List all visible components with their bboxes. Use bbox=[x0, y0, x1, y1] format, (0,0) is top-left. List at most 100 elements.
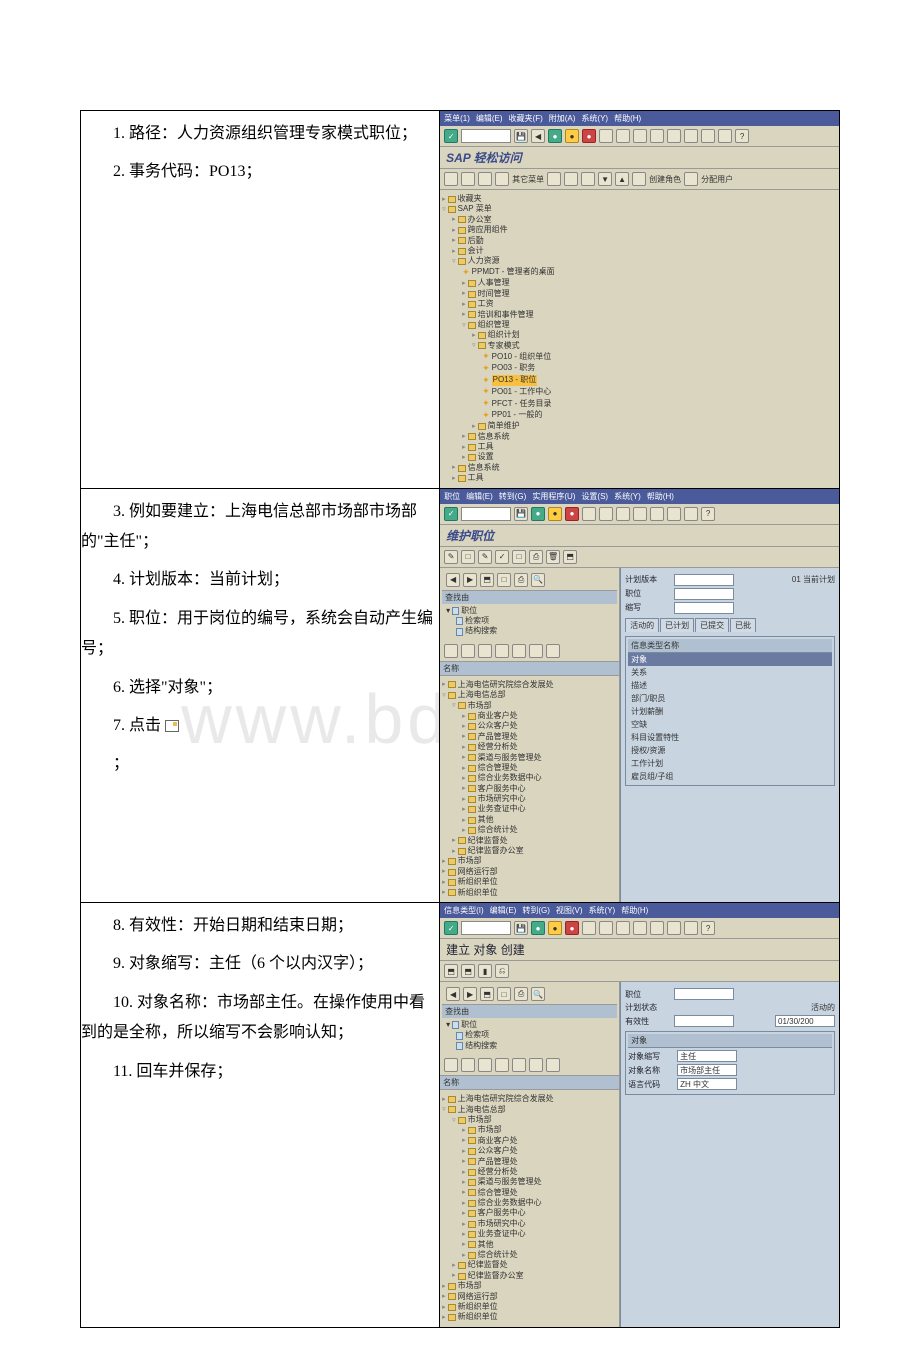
menu-item[interactable]: 菜单(1) bbox=[444, 113, 470, 124]
tool-icon[interactable] bbox=[461, 172, 475, 186]
tree-node[interactable]: ▸ 综合统计处 bbox=[442, 1250, 617, 1260]
next-page-icon[interactable] bbox=[667, 129, 681, 143]
tree-node[interactable]: ▸ 组织计划 bbox=[442, 330, 837, 340]
menu-item[interactable]: 编辑(E) bbox=[476, 113, 503, 124]
tree-node[interactable]: ▸ 新组织单位 bbox=[442, 888, 617, 898]
tree-node[interactable]: ▸ 综合统计处 bbox=[442, 825, 617, 835]
tree-node[interactable]: ▸ 市场部 bbox=[442, 856, 617, 866]
find-item[interactable]: 结构搜索 bbox=[446, 1041, 613, 1051]
tool-icon[interactable]: ⬒ bbox=[480, 573, 494, 587]
field-input[interactable] bbox=[674, 588, 734, 600]
list-item[interactable]: 工作计划 bbox=[628, 757, 832, 770]
tree-node[interactable]: ▿ 人力资源 bbox=[442, 256, 837, 266]
tree-node[interactable]: ▸ 网络运行部 bbox=[442, 867, 617, 877]
tree-node[interactable]: ▸ 公众客户处 bbox=[442, 721, 617, 731]
tool-icon[interactable]: 🔍 bbox=[531, 573, 545, 587]
list-item[interactable]: 计划薪酬 bbox=[628, 705, 832, 718]
menu-item[interactable]: 信息类型(I) bbox=[444, 905, 484, 916]
tool-icon[interactable] bbox=[461, 644, 475, 658]
tree-node[interactable]: ▸ 信息系统 bbox=[442, 432, 837, 442]
menu-item[interactable]: 帮助(H) bbox=[614, 113, 641, 124]
tree-node[interactable]: ▸ 纪律监督处 bbox=[442, 1260, 617, 1270]
tree-node[interactable]: ✦PP01 - 一般的 bbox=[442, 410, 837, 422]
tool-icon[interactable] bbox=[444, 1058, 458, 1072]
menu-item[interactable]: 帮助(H) bbox=[621, 905, 648, 916]
tool-icon[interactable] bbox=[684, 172, 698, 186]
tree-node[interactable]: ▸ 网络运行部 bbox=[442, 1292, 617, 1302]
tree-node[interactable]: ▸ 业务查证中心 bbox=[442, 804, 617, 814]
field-input[interactable]: 市场部主任 bbox=[677, 1064, 737, 1076]
tree-node[interactable]: ▸ 商业客户处 bbox=[442, 711, 617, 721]
menu-item[interactable]: 视图(V) bbox=[556, 905, 583, 916]
tool-icon[interactable]: ⬒ bbox=[563, 550, 577, 564]
tool-icon[interactable] bbox=[616, 921, 630, 935]
tool-icon[interactable] bbox=[495, 644, 509, 658]
tool-icon[interactable]: ⬒ bbox=[444, 964, 458, 978]
tool-icon[interactable] bbox=[547, 172, 561, 186]
tool-icon[interactable] bbox=[633, 921, 647, 935]
tool-icon[interactable] bbox=[529, 1058, 543, 1072]
next-icon[interactable]: ▶ bbox=[463, 987, 477, 1001]
tool-icon[interactable] bbox=[512, 644, 526, 658]
tree-node[interactable]: ▸ 培训和事件管理 bbox=[442, 310, 837, 320]
list-item[interactable]: 对象 bbox=[628, 653, 832, 666]
field-input[interactable] bbox=[674, 1015, 734, 1027]
tree-node[interactable]: ▸ 产品管理处 bbox=[442, 1157, 617, 1167]
tree-node[interactable]: ▸ 综合业务数据中心 bbox=[442, 773, 617, 783]
print-icon[interactable] bbox=[599, 129, 613, 143]
tool-icon[interactable]: □ bbox=[497, 987, 511, 1001]
tree-node[interactable]: ▸ 公众客户处 bbox=[442, 1146, 617, 1156]
tree-node[interactable]: ▸ 渠道与服务管理处 bbox=[442, 753, 617, 763]
tree-node[interactable]: ✦PO13 - 职位 bbox=[442, 375, 837, 387]
org-tree[interactable]: ▸ 上海电信研究院综合发展处▿ 上海电信总部▿ 市场部▸ 市场部▸ 商业客户处▸… bbox=[440, 1090, 619, 1327]
field-input[interactable] bbox=[674, 988, 734, 1000]
tool-icon[interactable]: □ bbox=[497, 573, 511, 587]
tool-icon[interactable] bbox=[495, 1058, 509, 1072]
tool-icon[interactable]: 🔍 bbox=[531, 987, 545, 1001]
tree-node[interactable]: ▸ 信息系统 bbox=[442, 463, 837, 473]
tree-node[interactable]: ▸ 纪律监督办公室 bbox=[442, 846, 617, 856]
tool-icon[interactable]: ✎ bbox=[478, 550, 492, 564]
menu-bar[interactable]: 职位 编辑(E) 转到(G) 实用程序(U) 设置(S) 系统(Y) 帮助(H) bbox=[440, 489, 839, 504]
tree-node[interactable]: ▸ 纪律监督办公室 bbox=[442, 1271, 617, 1281]
tree-node[interactable]: ▸ 市场研究中心 bbox=[442, 1219, 617, 1229]
tool-icon[interactable] bbox=[667, 921, 681, 935]
field-input[interactable] bbox=[674, 602, 734, 614]
tree-node[interactable]: ▸ 其他 bbox=[442, 815, 617, 825]
tree-node[interactable]: ✦PO10 - 组织单位 bbox=[442, 351, 837, 363]
exit-icon[interactable]: ● bbox=[548, 507, 562, 521]
tool-icon[interactable] bbox=[650, 921, 664, 935]
save-icon[interactable]: 💾 bbox=[514, 921, 528, 935]
tree-node[interactable]: ▸ 商业客户处 bbox=[442, 1136, 617, 1146]
tab[interactable]: 活动的 bbox=[625, 618, 659, 632]
tab[interactable]: 已提交 bbox=[695, 618, 729, 632]
menu-bar[interactable]: 信息类型(I) 编辑(E) 转到(G) 视图(V) 系统(Y) 帮助(H) bbox=[440, 903, 839, 918]
tree-node[interactable]: ▸ 工资 bbox=[442, 299, 837, 309]
tool-icon[interactable] bbox=[461, 1058, 475, 1072]
exit-icon[interactable]: ● bbox=[548, 921, 562, 935]
tree-node[interactable]: ▸ 时间管理 bbox=[442, 289, 837, 299]
sap-menu-tree[interactable]: ▸ 收藏夹▿ SAP 菜单▸ 办公室▸ 跨应用组件▸ 后勤▸ 会计▿ 人力资源✦… bbox=[440, 190, 839, 488]
tool-icon[interactable]: □ bbox=[512, 550, 526, 564]
field-input[interactable]: ZH 中文 bbox=[677, 1078, 737, 1090]
list-item[interactable]: 科目设置特性 bbox=[628, 731, 832, 744]
tool-icon[interactable] bbox=[581, 172, 595, 186]
tool-icon[interactable] bbox=[546, 644, 560, 658]
tree-node[interactable]: ▸ 渠道与服务管理处 bbox=[442, 1177, 617, 1187]
tool-icon[interactable] bbox=[582, 507, 596, 521]
find-item[interactable]: 检索项 bbox=[446, 616, 613, 626]
field-input[interactable]: 01/30/200 bbox=[775, 1015, 835, 1027]
tool-icon[interactable]: ⬒ bbox=[461, 964, 475, 978]
tool-icon[interactable] bbox=[478, 644, 492, 658]
tree-node[interactable]: ▸ 市场部 bbox=[442, 1125, 617, 1135]
shortcut-icon[interactable] bbox=[718, 129, 732, 143]
menu-item[interactable]: 职位 bbox=[444, 491, 460, 502]
toolbar-label[interactable]: 分配用户 bbox=[701, 174, 733, 185]
tree-node[interactable]: ✦PO03 - 职务 bbox=[442, 363, 837, 375]
tool-icon[interactable] bbox=[632, 172, 646, 186]
menu-bar[interactable]: 菜单(1) 编辑(E) 收藏夹(F) 附加(A) 系统(Y) 帮助(H) bbox=[440, 111, 839, 126]
tool-icon[interactable] bbox=[667, 507, 681, 521]
back-icon[interactable]: ◀ bbox=[531, 129, 545, 143]
find-item[interactable]: ▾ 职位 bbox=[446, 1020, 613, 1030]
tool-icon[interactable]: ⎙ bbox=[529, 550, 543, 564]
